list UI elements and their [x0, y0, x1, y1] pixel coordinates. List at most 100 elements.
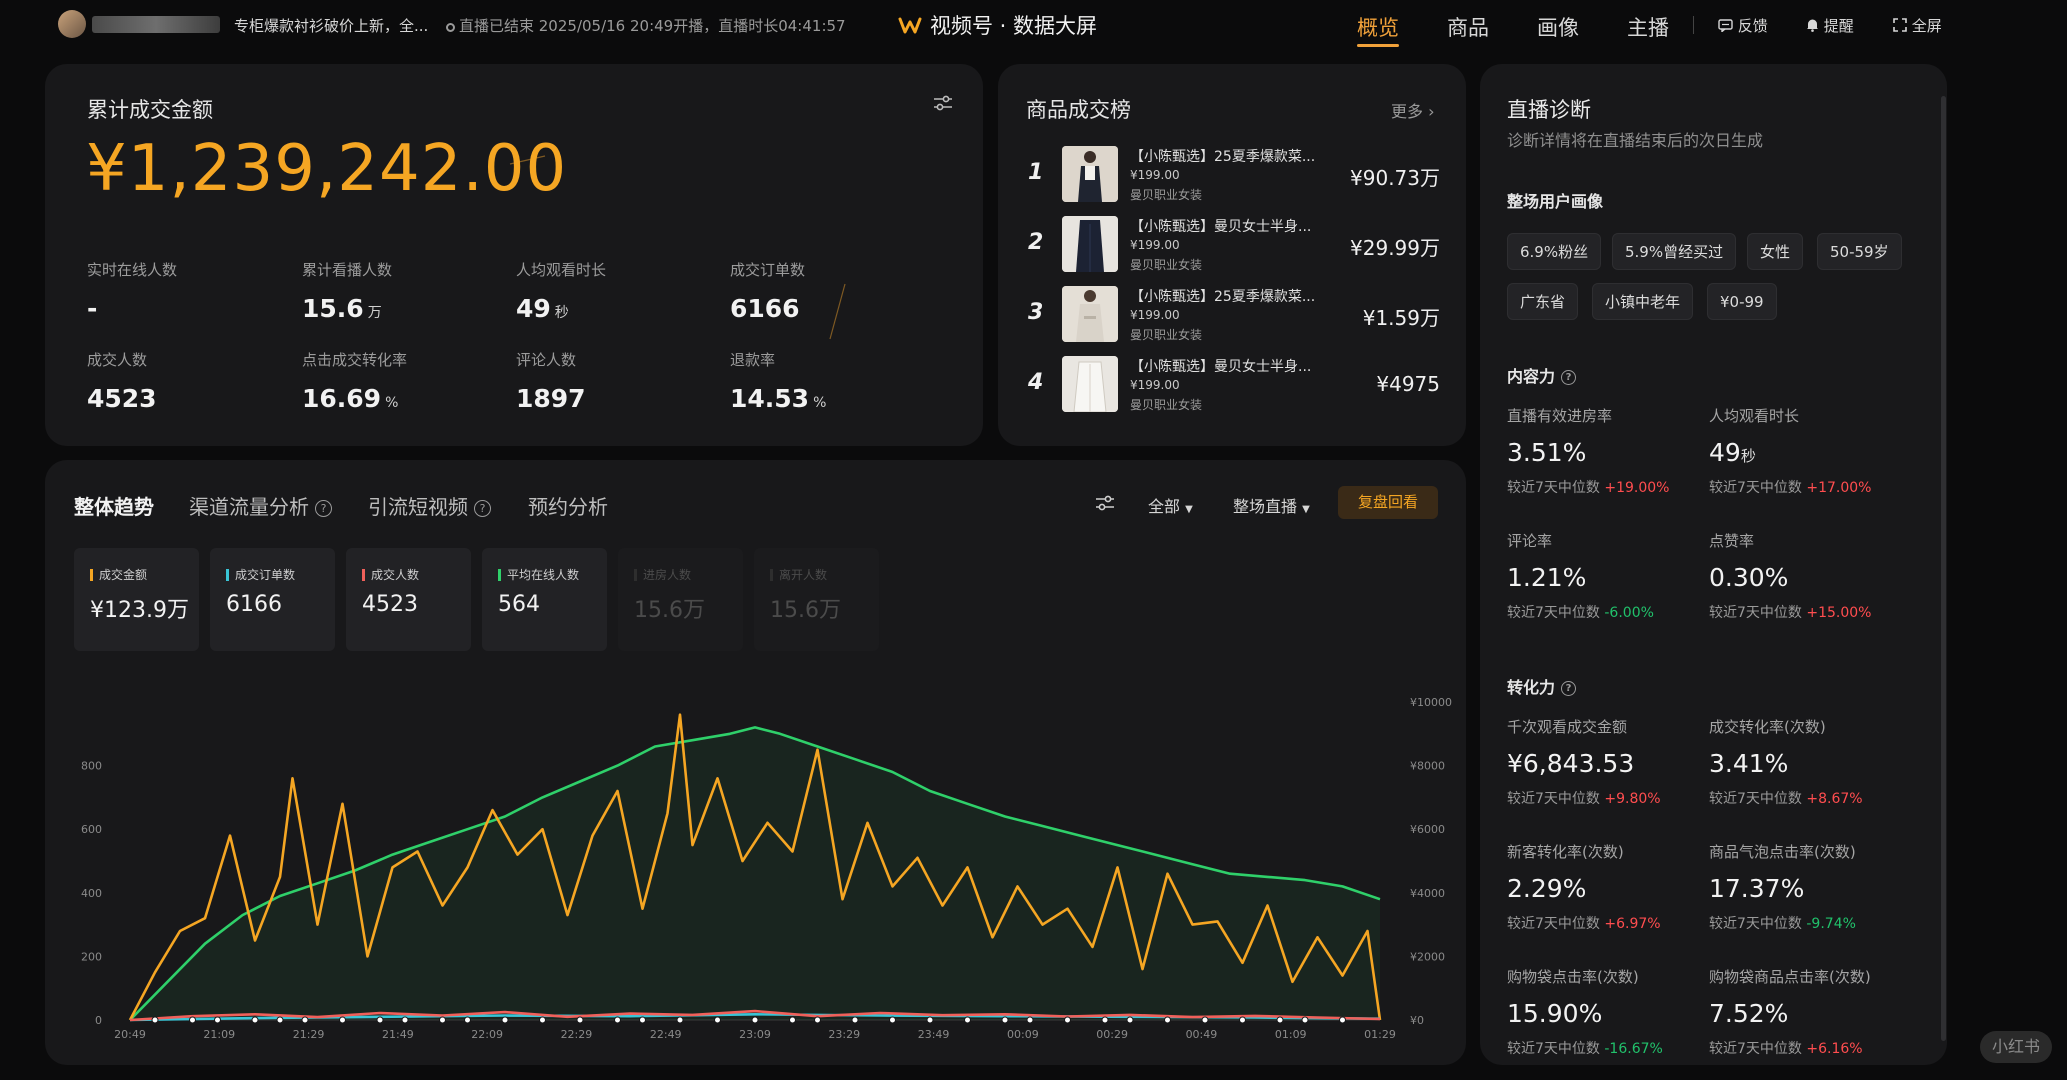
stat-sales-amount[interactable]: 成交金额 ¥123.9万: [74, 548, 199, 651]
ranking-item[interactable]: 2 【小陈甄选】曼贝女士半身... ¥199.00 曼贝职业女装 ¥29.99万: [1022, 214, 1442, 274]
diag-metric-compare: 较近7天中位数 +6.16%: [1709, 1041, 1863, 1057]
diagnosis-scrollbar[interactable]: [1941, 96, 1946, 1041]
settings-sliders-icon[interactable]: [932, 94, 954, 116]
stat-value: 564: [498, 592, 540, 617]
diag-metric-value: 3.51%: [1507, 438, 1587, 467]
metric-avg-watch-time: 人均观看时长 49 秒: [516, 259, 606, 323]
watermark: 小红书: [1980, 1031, 2052, 1063]
diag-metric-value: 49秒: [1709, 438, 1756, 467]
trend-chart[interactable]: 0 200 400 600 800 ¥0 ¥2000 ¥4000 ¥6000 ¥8000 ¥1000…: [60, 670, 1460, 1050]
metric-label: 成交人数: [87, 351, 148, 369]
event-marker: [301, 1016, 309, 1024]
event-marker: [926, 1016, 934, 1024]
tab-overview[interactable]: 概览: [1357, 12, 1399, 42]
ranking-item[interactable]: 4 【小陈甄选】曼贝女士半身... ¥199.00 曼贝职业女装 ¥4975: [1022, 354, 1442, 414]
product-thumbnail[interactable]: [1062, 146, 1118, 202]
total-sales-title: 累计成交金额: [87, 98, 213, 122]
diag-metric-value: 17.37%: [1709, 874, 1805, 903]
tab-reservation[interactable]: 预约分析: [528, 491, 608, 520]
remind-button[interactable]: 提醒: [1806, 15, 1854, 36]
ranking-more-link[interactable]: 更多 ›: [1391, 98, 1435, 122]
help-icon[interactable]: ?: [1561, 681, 1577, 696]
tab-products[interactable]: 商品: [1447, 12, 1489, 42]
tab-channel-traffic[interactable]: 渠道流量分析?: [189, 491, 332, 520]
metric-value: 49 秒: [516, 294, 569, 323]
metric-value: 14.53%: [730, 384, 827, 413]
ranking-item[interactable]: 1 【小陈甄选】25夏季爆款菜... ¥199.00 曼贝职业女装 ¥90.73…: [1022, 144, 1442, 204]
product-sales: ¥29.99万: [1350, 236, 1440, 260]
event-marker: [214, 1016, 221, 1024]
help-icon[interactable]: ?: [1561, 370, 1577, 385]
product-price: ¥199.00: [1130, 168, 1180, 182]
event-marker: [964, 1016, 971, 1024]
series-color-marker: [226, 569, 229, 581]
stat-value: 6166: [226, 592, 282, 617]
product-thumbnail[interactable]: [1062, 286, 1118, 342]
replay-button[interactable]: 复盘回看: [1338, 486, 1438, 519]
series-color-marker: [498, 569, 501, 581]
product-shop: 曼贝职业女装: [1130, 398, 1203, 412]
feedback-button[interactable]: 反馈: [1718, 15, 1768, 36]
filter-scope-dropdown[interactable]: 整场直播 ▼: [1233, 493, 1310, 517]
stat-avg-online[interactable]: 平均在线人数 564: [482, 548, 607, 651]
diag-metric-value: ¥6,843.53: [1507, 749, 1635, 778]
diag-metric-label: 千次观看成交金额: [1507, 718, 1628, 736]
fullscreen-button[interactable]: 全屏: [1893, 15, 1942, 36]
event-marker: [539, 1016, 546, 1024]
stat-label: 进房人数: [634, 566, 691, 583]
stat-orders[interactable]: 成交订单数 6166: [210, 548, 335, 651]
avatar[interactable]: [58, 10, 86, 38]
product-price: ¥199.00: [1130, 308, 1180, 322]
y-axis-left-tick: 200: [81, 950, 102, 963]
metric-value: 16.69%: [302, 384, 399, 413]
diag-metric-compare: 较近7天中位数 +17.00%: [1709, 480, 1872, 496]
event-marker: [751, 1016, 759, 1024]
stat-room-exits[interactable]: 离开人数 15.6万: [754, 548, 879, 651]
product-shop: 曼贝职业女装: [1130, 188, 1203, 202]
y-axis-left-tick: 400: [81, 887, 102, 900]
diag-metric-compare: 较近7天中位数 +15.00%: [1709, 605, 1872, 621]
product-thumbnail[interactable]: [1062, 216, 1118, 272]
ranking-item[interactable]: 3 【小陈甄选】25夏季爆款菜... ¥199.00 曼贝职业女装 ¥1.59万: [1022, 284, 1442, 344]
diag-metric-label: 购物袋点击率(次数): [1507, 968, 1639, 986]
nav-divider: [1693, 16, 1694, 34]
tab-short-video[interactable]: 引流短视频?: [368, 491, 491, 520]
product-name: 【小陈甄选】25夏季爆款菜...: [1130, 289, 1316, 305]
diag-metric-compare: 较近7天中位数 -9.74%: [1709, 916, 1856, 932]
event-marker: [814, 1016, 821, 1024]
metric-online-now: 实时在线人数 -: [87, 259, 177, 323]
x-axis-tick: 22:49: [650, 1028, 682, 1041]
product-name: 【小陈甄选】曼贝女士半身...: [1130, 219, 1312, 235]
diag-metric-value: 1.21%: [1507, 563, 1587, 592]
stat-room-entries[interactable]: 进房人数 15.6万: [618, 548, 743, 651]
tab-portrait[interactable]: 画像: [1537, 12, 1579, 42]
metric-refund-rate: 退款率 14.53%: [730, 349, 826, 413]
product-thumbnail[interactable]: [1062, 356, 1118, 412]
tab-active-indicator: [1357, 44, 1399, 47]
x-axis-tick: 23:29: [828, 1028, 860, 1041]
rank-number: 4: [1028, 370, 1044, 395]
help-icon[interactable]: ?: [474, 500, 491, 517]
diag-metric: 购物袋点击率(次数) 15.90% 较近7天中位数 -16.67%: [1507, 966, 1663, 1058]
stat-label: 成交订单数: [226, 566, 295, 583]
tab-host[interactable]: 主播: [1627, 12, 1669, 42]
stat-buyers[interactable]: 成交人数 4523: [346, 548, 471, 651]
top-bar: 专柜爆款衬衫破价上新，全... 直播已结束 2025/05/16 20:49开播…: [0, 0, 2067, 52]
diagnosis-subtitle: 诊断详情将在直播结束后的次日生成: [1507, 131, 1764, 150]
caret-down-icon: ▼: [1185, 504, 1193, 515]
diag-metric-value: 3.41%: [1709, 749, 1789, 778]
diag-metric-label: 直播有效进房率: [1507, 407, 1613, 425]
x-axis-tick: 23:09: [739, 1028, 771, 1041]
event-marker: [676, 1016, 684, 1024]
event-marker: [576, 1016, 584, 1024]
diag-metric-value: 0.30%: [1709, 563, 1789, 592]
event-marker: [1101, 1016, 1109, 1024]
event-marker: [1064, 1016, 1071, 1024]
rank-number: 3: [1028, 300, 1044, 325]
tab-overall-trend[interactable]: 整体趋势: [74, 491, 154, 520]
help-icon[interactable]: ?: [315, 500, 332, 517]
filter-all-dropdown[interactable]: 全部 ▼: [1148, 493, 1193, 517]
event-marker: [1239, 1016, 1246, 1024]
chart-settings-icon[interactable]: [1094, 494, 1116, 516]
live-title: 专柜爆款衬衫破价上新，全...: [234, 17, 429, 35]
